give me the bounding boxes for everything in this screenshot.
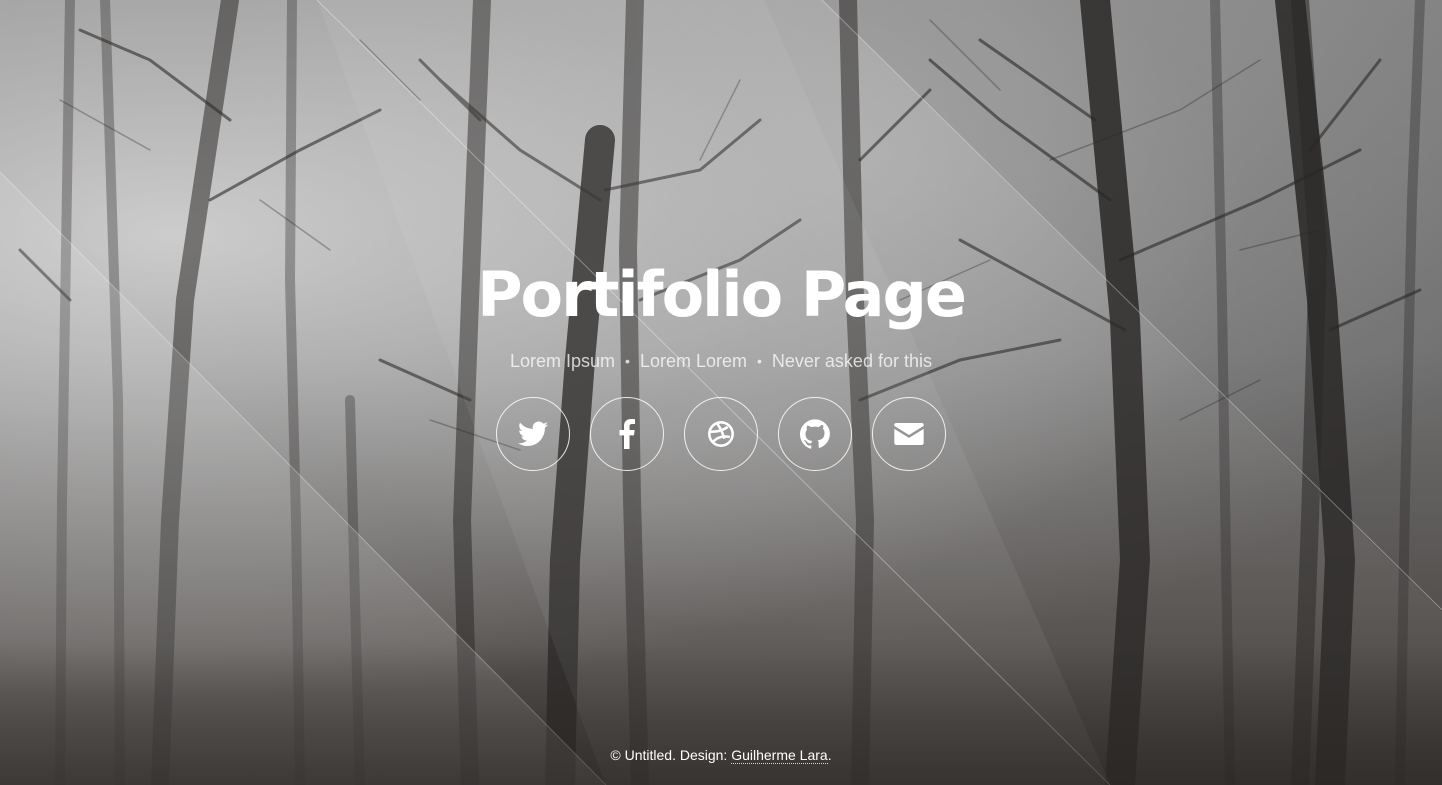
- twitter-icon: [518, 421, 548, 446]
- hero: Portifolio Page Lorem Ipsum • Lorem Lorem •…: [0, 255, 1442, 471]
- page: Portifolio Page Lorem Ipsum • Lorem Lorem •…: [0, 0, 1442, 785]
- footer-suffix: .: [827, 747, 832, 763]
- dribbble-icon: [708, 421, 734, 447]
- designer-link[interactable]: Guilherme Lara: [731, 747, 828, 764]
- twitter-button[interactable]: [496, 397, 570, 471]
- subtitle-separator: •: [757, 353, 762, 369]
- github-icon: [800, 419, 830, 449]
- subtitle: Lorem Ipsum • Lorem Lorem • Never asked for …: [0, 349, 1442, 373]
- subtitle-item: Lorem Ipsum: [510, 351, 616, 371]
- facebook-icon: [619, 419, 635, 449]
- social-links: [0, 397, 1442, 471]
- subtitle-item: Lorem Lorem: [639, 351, 747, 371]
- subtitle-separator: •: [625, 353, 630, 369]
- footer-copyright: © Untitled. Design:: [610, 747, 732, 763]
- subtitle-item: Never asked for this: [771, 351, 932, 371]
- envelope-icon: [894, 423, 924, 445]
- page-title: Portifolio Page: [477, 258, 967, 331]
- dribbble-button[interactable]: [684, 397, 758, 471]
- facebook-button[interactable]: [590, 397, 664, 471]
- email-button[interactable]: [872, 397, 946, 471]
- footer: © Untitled. Design: Guilherme Lara.: [0, 745, 1442, 765]
- github-button[interactable]: [778, 397, 852, 471]
